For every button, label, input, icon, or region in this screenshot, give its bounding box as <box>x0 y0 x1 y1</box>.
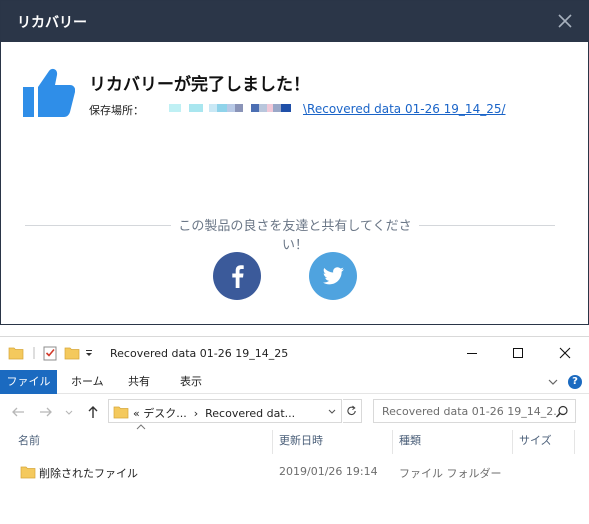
column-size[interactable]: サイズ <box>513 430 575 454</box>
column-date-modified[interactable]: 更新日時 <box>273 430 393 454</box>
breadcrumb-current[interactable]: Recovered dat... <box>205 407 295 420</box>
tab-home[interactable]: ホーム <box>59 370 116 394</box>
recovery-complete-heading: リカバリーが完了しました！ <box>89 75 310 95</box>
properties-icon[interactable] <box>42 345 58 361</box>
separator <box>33 347 35 359</box>
dialog-title: リカバリー <box>17 15 87 31</box>
twitter-icon <box>322 267 344 285</box>
folder-icon <box>113 406 129 419</box>
tab-view[interactable]: 表示 <box>168 370 214 394</box>
up-arrow-icon[interactable] <box>85 404 101 420</box>
save-location-label: 保存場所： <box>89 104 144 117</box>
tab-file[interactable]: ファイル <box>0 370 57 394</box>
column-headers: 名前 更新日時 種類 サイズ <box>0 424 589 454</box>
tab-share[interactable]: 共有 <box>116 370 162 394</box>
back-arrow-icon[interactable] <box>10 404 26 420</box>
file-name: 削除されたファイル <box>39 467 138 480</box>
chevron-down-icon[interactable] <box>547 376 559 388</box>
breadcrumb-overflow[interactable]: « <box>133 407 140 420</box>
customize-quick-access-icon[interactable] <box>84 345 94 361</box>
recent-locations-icon[interactable] <box>64 404 74 420</box>
window-title: Recovered data 01-26 19_14_25 <box>110 347 289 360</box>
column-type[interactable]: 種類 <box>393 430 513 454</box>
facebook-icon <box>232 265 244 288</box>
recovery-dialog: リカバリー リカバリーが完了しました！ 保存場所： \Recovered dat… <box>0 0 589 325</box>
file-type: ファイル フォルダー <box>399 467 502 480</box>
maximize-button[interactable] <box>495 337 541 370</box>
facebook-share-button[interactable] <box>213 252 261 300</box>
close-icon[interactable] <box>556 12 574 30</box>
close-window-button[interactable] <box>541 337 589 370</box>
minimize-button[interactable] <box>449 337 495 370</box>
search-placeholder: Recovered data 01-26 19_14_2... <box>382 405 564 418</box>
file-explorer-window: Recovered data 01-26 19_14_25 ファイル ホーム 共… <box>0 336 589 524</box>
redacted-path <box>169 104 291 112</box>
navigation-bar: « デスク... › Recovered dat... Recovered da… <box>0 398 589 426</box>
thumbs-up-icon <box>23 68 75 117</box>
list-item[interactable]: 削除されたファイル 2019/01/26 19:14 ファイル フォルダー <box>14 461 574 483</box>
breadcrumb-separator: › <box>190 407 202 420</box>
file-modified: 2019/01/26 19:14 <box>279 465 378 478</box>
save-location-link[interactable]: \Recovered data 01-26 19_14_25/ <box>303 102 506 116</box>
new-folder-icon[interactable] <box>64 345 80 361</box>
refresh-button[interactable] <box>343 399 362 423</box>
chevron-down-icon[interactable] <box>327 407 337 417</box>
help-icon[interactable]: ? <box>568 375 582 389</box>
ribbon-tabs: ファイル ホーム 共有 表示 ? <box>0 370 589 394</box>
address-bar[interactable]: « デスク... › Recovered dat... <box>108 399 342 423</box>
share-prompt: この製品の良さを友達と共有してください！ <box>171 215 419 253</box>
twitter-share-button[interactable] <box>309 252 357 300</box>
search-icon <box>556 405 568 418</box>
forward-arrow-icon[interactable] <box>38 404 54 420</box>
breadcrumb-desktop[interactable]: デスク... <box>143 407 187 420</box>
folder-icon <box>20 466 36 479</box>
folder-icon <box>8 347 24 360</box>
search-box[interactable]: Recovered data 01-26 19_14_2... <box>373 399 576 423</box>
column-name[interactable]: 名前 <box>12 430 273 454</box>
dialog-title-bar: リカバリー <box>1 1 588 42</box>
explorer-title-bar: Recovered data 01-26 19_14_25 <box>0 337 589 370</box>
breadcrumb: « デスク... › Recovered dat... <box>133 405 295 421</box>
